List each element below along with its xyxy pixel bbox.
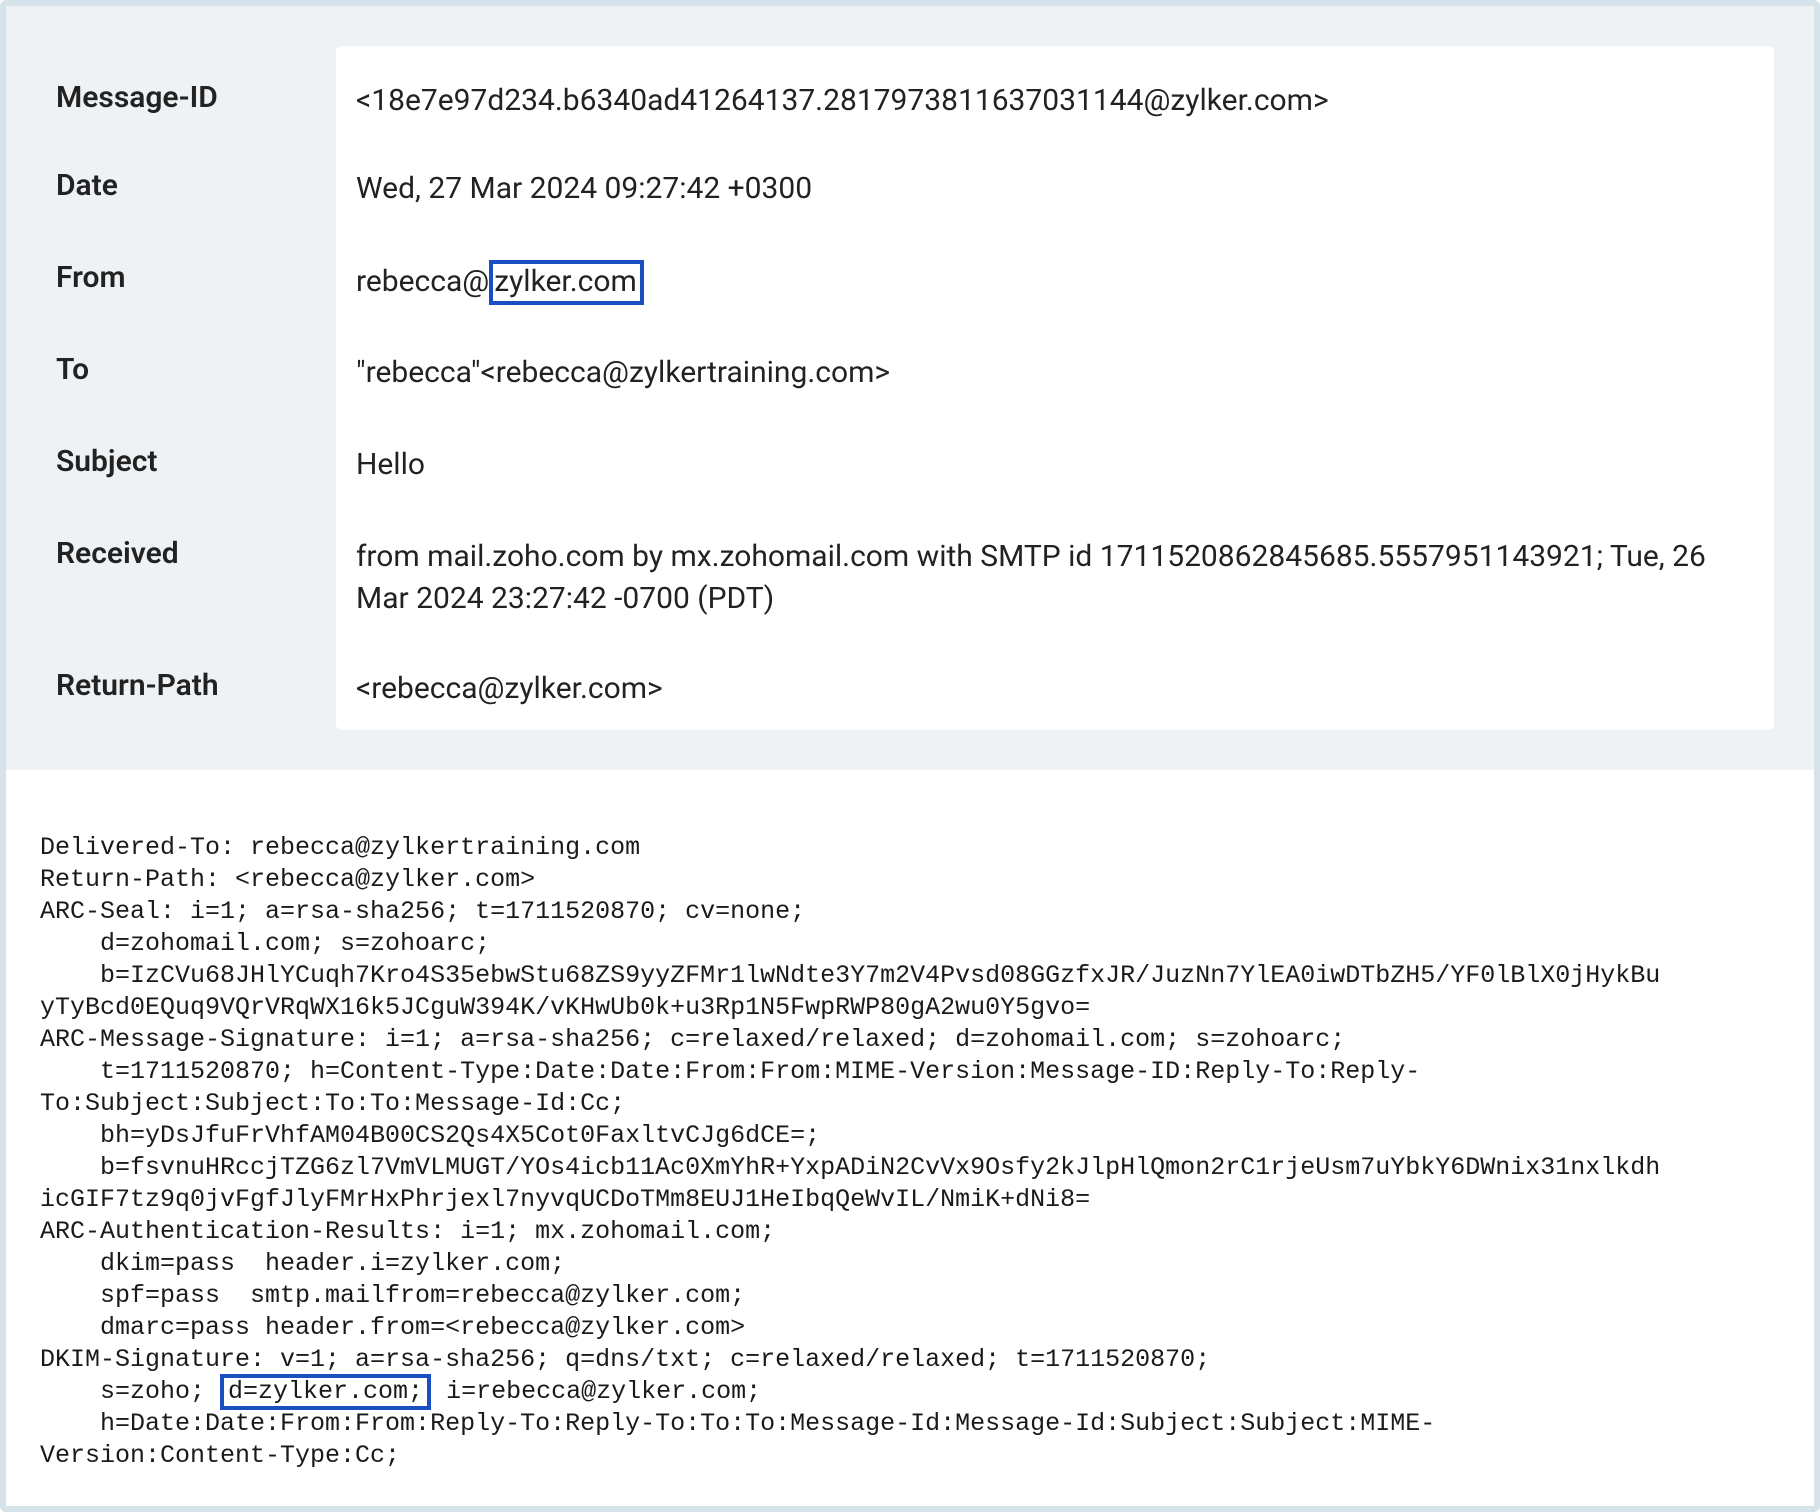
raw-line: dmarc=pass header.from=<rebecca@zylker.c… [40, 1313, 745, 1342]
raw-line: yTyBcd0EQuq9VQrVRqWX16k5JCguW394K/vKHwUb… [40, 993, 1090, 1022]
value-subject: Hello [356, 444, 425, 486]
value-return-path: <rebecca@zylker.com> [356, 668, 663, 710]
raw-line: Version:Content-Type:Cc; [40, 1441, 400, 1470]
value-to: "rebecca"<rebecca@zylkertraining.com> [356, 352, 890, 394]
label-from: From [46, 260, 126, 295]
from-prefix: rebecca@ [356, 264, 489, 299]
raw-line: i=rebecca@zylker.com; [431, 1377, 761, 1406]
values-column: <18e7e97d234.b6340ad41264137.28179738116… [336, 46, 1774, 730]
raw-line: Return-Path: <rebecca@zylker.com> [40, 865, 535, 894]
raw-line: dkim=pass header.i=zylker.com; [40, 1249, 565, 1278]
raw-line: ARC-Message-Signature: i=1; a=rsa-sha256… [40, 1025, 1345, 1054]
dkim-domain-highlight: d=zylker.com; [220, 1374, 431, 1410]
labels-column: Message-ID Date From To Subject Received… [46, 46, 336, 730]
raw-line: icGIF7tz9q0jvFgfJlyFMrHxPhrjexl7nyvqUCDo… [40, 1185, 1090, 1214]
value-message-id: <18e7e97d234.b6340ad41264137.28179738116… [356, 80, 1329, 122]
raw-line: spf=pass smtp.mailfrom=rebecca@zylker.co… [40, 1281, 745, 1310]
label-subject: Subject [46, 444, 157, 479]
value-from: rebecca@zylker.com [356, 260, 644, 305]
label-return-path: Return-Path [46, 668, 219, 703]
label-received: Received [46, 536, 179, 571]
raw-line: ARC-Authentication-Results: i=1; mx.zoho… [40, 1217, 775, 1246]
label-date: Date [46, 168, 118, 203]
raw-line: Delivered-To: rebecca@zylkertraining.com [40, 833, 640, 862]
value-received: from mail.zoho.com by mx.zohomail.com wi… [356, 536, 1716, 620]
raw-line: To:Subject:Subject:To:To:Message-Id:Cc; [40, 1089, 625, 1118]
raw-headers-panel: Delivered-To: rebecca@zylkertraining.com… [6, 770, 1814, 1506]
raw-line: ARC-Seal: i=1; a=rsa-sha256; t=171152087… [40, 897, 805, 926]
raw-line: s=zoho; [40, 1377, 220, 1406]
raw-line: b=fsvnuHRccjTZG6zl7VmVLMUGT/YOs4icb11Ac0… [40, 1153, 1660, 1182]
raw-line: bh=yDsJfuFrVhfAM04B00CS2Qs4X5Cot0FaxltvC… [40, 1121, 820, 1150]
value-date: Wed, 27 Mar 2024 09:27:42 +0300 [356, 168, 812, 210]
from-domain-highlight: zylker.com [489, 260, 644, 305]
raw-line: DKIM-Signature: v=1; a=rsa-sha256; q=dns… [40, 1345, 1210, 1374]
label-message-id: Message-ID [46, 80, 218, 115]
headers-summary-panel: Message-ID Date From To Subject Received… [6, 6, 1814, 770]
raw-line: t=1711520870; h=Content-Type:Date:Date:F… [40, 1057, 1420, 1086]
label-to: To [46, 352, 89, 387]
raw-line: b=IzCVu68JHlYCuqh7Kro4S35ebwStu68ZS9yyZF… [40, 961, 1660, 990]
raw-line: h=Date:Date:From:From:Reply-To:Reply-To:… [40, 1409, 1435, 1438]
email-header-viewer: Message-ID Date From To Subject Received… [0, 0, 1820, 1512]
raw-line: d=zohomail.com; s=zohoarc; [40, 929, 490, 958]
